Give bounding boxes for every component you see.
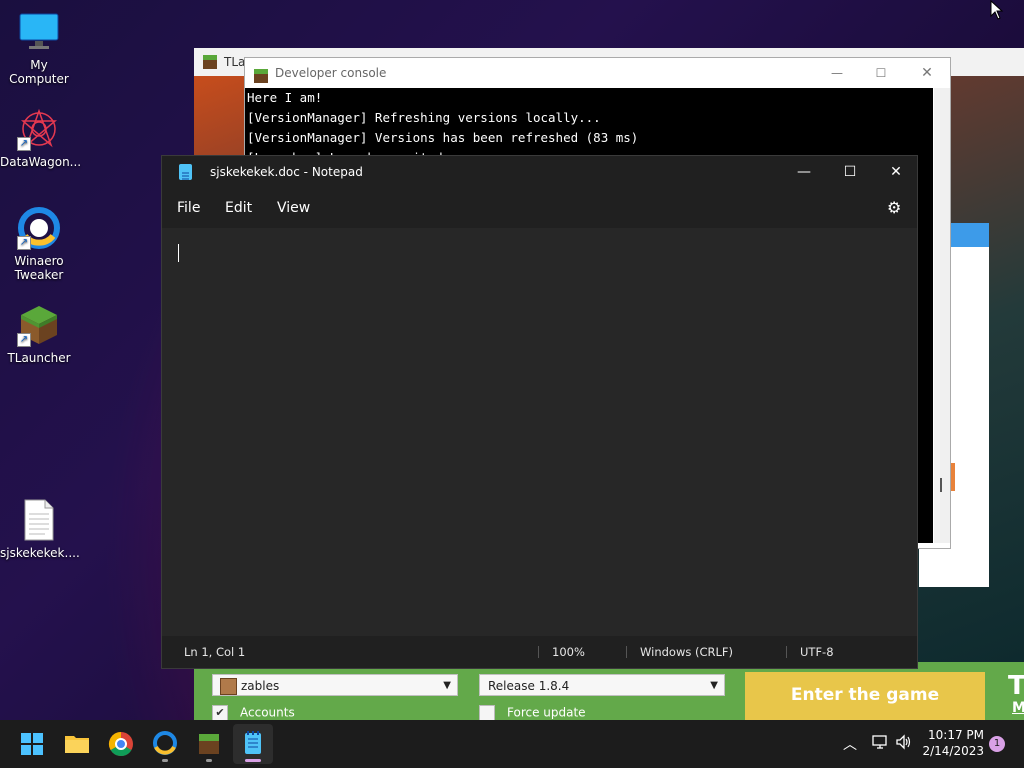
document-file-icon (17, 498, 61, 542)
brand-fragment-2: M (1012, 700, 1024, 716)
notepad-titlebar[interactable]: sjskekekek.doc - Notepad — ☐ ✕ (162, 156, 917, 188)
developer-console-title: Developer console (275, 66, 387, 80)
volume-icon[interactable] (895, 733, 913, 755)
notepad-text-area[interactable] (162, 228, 917, 636)
steve-face-icon (220, 678, 237, 695)
menu-view[interactable]: View (277, 200, 310, 216)
enter-the-game-button[interactable]: Enter the game (745, 672, 985, 720)
status-encoding: UTF-8 (800, 645, 834, 659)
monitor-icon (17, 10, 61, 54)
text-cursor (178, 244, 179, 262)
notepad-window: sjskekekek.doc - Notepad — ☐ ✕ File Edit… (161, 155, 918, 669)
desktop-icon-label: DataWagon... (0, 155, 82, 169)
notepad-statusbar: Ln 1, Col 1 100% Windows (CRLF) UTF-8 (162, 636, 917, 668)
menu-file[interactable]: File (177, 200, 200, 216)
maximize-button[interactable]: ☐ (861, 58, 901, 88)
grass-block-icon: ↗ (17, 303, 61, 347)
chrome-icon (108, 732, 133, 757)
active-indicator (245, 759, 261, 762)
notification-badge[interactable]: 1 (989, 736, 1005, 752)
scrollbar-thumb[interactable] (940, 478, 942, 492)
account-select[interactable]: zables ▼ (212, 674, 458, 696)
taskbar: ︿ 10:17 PM 2/14/2023 1 (0, 720, 1024, 768)
console-scrollbar[interactable] (934, 88, 950, 543)
desktop-icon-datawagon[interactable]: ↗ DataWagon... (0, 107, 82, 169)
desktop-icon-label: TLauncher (7, 351, 71, 365)
accounts-label: Accounts (240, 705, 295, 720)
close-button[interactable]: ✕ (907, 58, 947, 88)
running-indicator (206, 759, 212, 762)
chevron-down-icon: ▼ (443, 680, 451, 691)
desktop-icon-winaero-tweaker[interactable]: ↗ Winaero Tweaker (0, 206, 78, 282)
console-line: [VersionManager] Refreshing versions loc… (247, 110, 601, 125)
winaero-logo-icon (153, 731, 177, 755)
status-line-ending: Windows (CRLF) (640, 645, 734, 659)
taskbar-notepad[interactable] (233, 724, 273, 764)
running-indicator (162, 759, 168, 762)
close-button[interactable]: ✕ (873, 156, 919, 188)
taskbar-winaero[interactable] (145, 724, 185, 764)
status-divider (786, 646, 787, 658)
notepad-title: sjskekekek.doc - Notepad (210, 165, 363, 179)
desktop-icon-tlauncher[interactable]: ↗ TLauncher (0, 303, 78, 365)
version-select-value: Release 1.8.4 (488, 679, 570, 693)
folder-icon (65, 736, 89, 753)
notepad-icon (179, 164, 192, 180)
menu-edit[interactable]: Edit (225, 200, 252, 216)
desktop-icon-document[interactable]: sjskekekek.... (0, 498, 80, 560)
status-divider (626, 646, 627, 658)
console-line: [VersionManager] Versions has been refre… (247, 130, 639, 145)
shortcut-arrow-icon: ↗ (17, 236, 31, 250)
console-line: Here I am! (247, 90, 323, 105)
grass-block-icon (253, 65, 269, 83)
version-select[interactable]: Release 1.8.4 ▼ (479, 674, 725, 696)
desktop-icon-my-computer[interactable]: My Computer (0, 10, 78, 86)
network-icon[interactable] (871, 733, 889, 755)
shortcut-arrow-icon: ↗ (17, 333, 31, 347)
brand-fragment: T (1008, 671, 1024, 701)
taskbar-chrome[interactable] (101, 724, 141, 764)
tlauncher-bottom-bar: zables ▼ Release 1.8.4 ▼ ✔ Accounts Force… (194, 662, 1024, 721)
status-zoom: 100% (552, 645, 585, 659)
taskbar-file-explorer[interactable] (57, 724, 97, 764)
notepad-icon (245, 731, 261, 754)
minimize-button[interactable]: — (817, 58, 857, 88)
checkbox-empty-icon (479, 705, 495, 721)
shortcut-arrow-icon: ↗ (17, 137, 31, 151)
force-update-checkbox[interactable]: Force update (479, 705, 586, 721)
taskbar-clock[interactable]: 10:17 PM 2/14/2023 (922, 727, 984, 759)
mouse-pointer-icon (990, 0, 1004, 24)
notepad-menubar: File Edit View ⚙ (162, 188, 917, 228)
accounts-checkbox[interactable]: ✔ Accounts (212, 705, 295, 721)
chevron-down-icon: ▼ (710, 680, 718, 691)
desktop-icon-label: My Computer (9, 58, 69, 86)
desktop-icon-label: sjskekekek.... (0, 546, 80, 560)
minimize-button[interactable]: — (781, 156, 827, 188)
grass-block-icon (199, 734, 219, 754)
datawagon-logo-icon: ↗ (17, 107, 61, 151)
force-update-label: Force update (507, 705, 586, 720)
clock-date: 2/14/2023 (922, 744, 984, 758)
windows-logo-icon (21, 733, 43, 755)
winaero-logo-icon: ↗ (17, 206, 61, 250)
gear-icon[interactable]: ⚙ (887, 198, 901, 217)
developer-console-titlebar[interactable]: Developer console — ☐ ✕ (245, 58, 950, 88)
maximize-button[interactable]: ☐ (827, 156, 873, 188)
account-select-value: zables (241, 679, 280, 693)
show-hidden-icons-chevron-icon[interactable]: ︿ (843, 734, 857, 754)
status-divider (538, 646, 539, 658)
start-button[interactable] (12, 724, 52, 764)
checkbox-checked-icon: ✔ (212, 705, 228, 721)
desktop-icon-label: Winaero Tweaker (14, 254, 64, 282)
taskbar-tlauncher[interactable] (189, 724, 229, 764)
grass-block-icon (202, 54, 218, 70)
status-position: Ln 1, Col 1 (184, 645, 246, 659)
clock-time: 10:17 PM (928, 728, 984, 742)
